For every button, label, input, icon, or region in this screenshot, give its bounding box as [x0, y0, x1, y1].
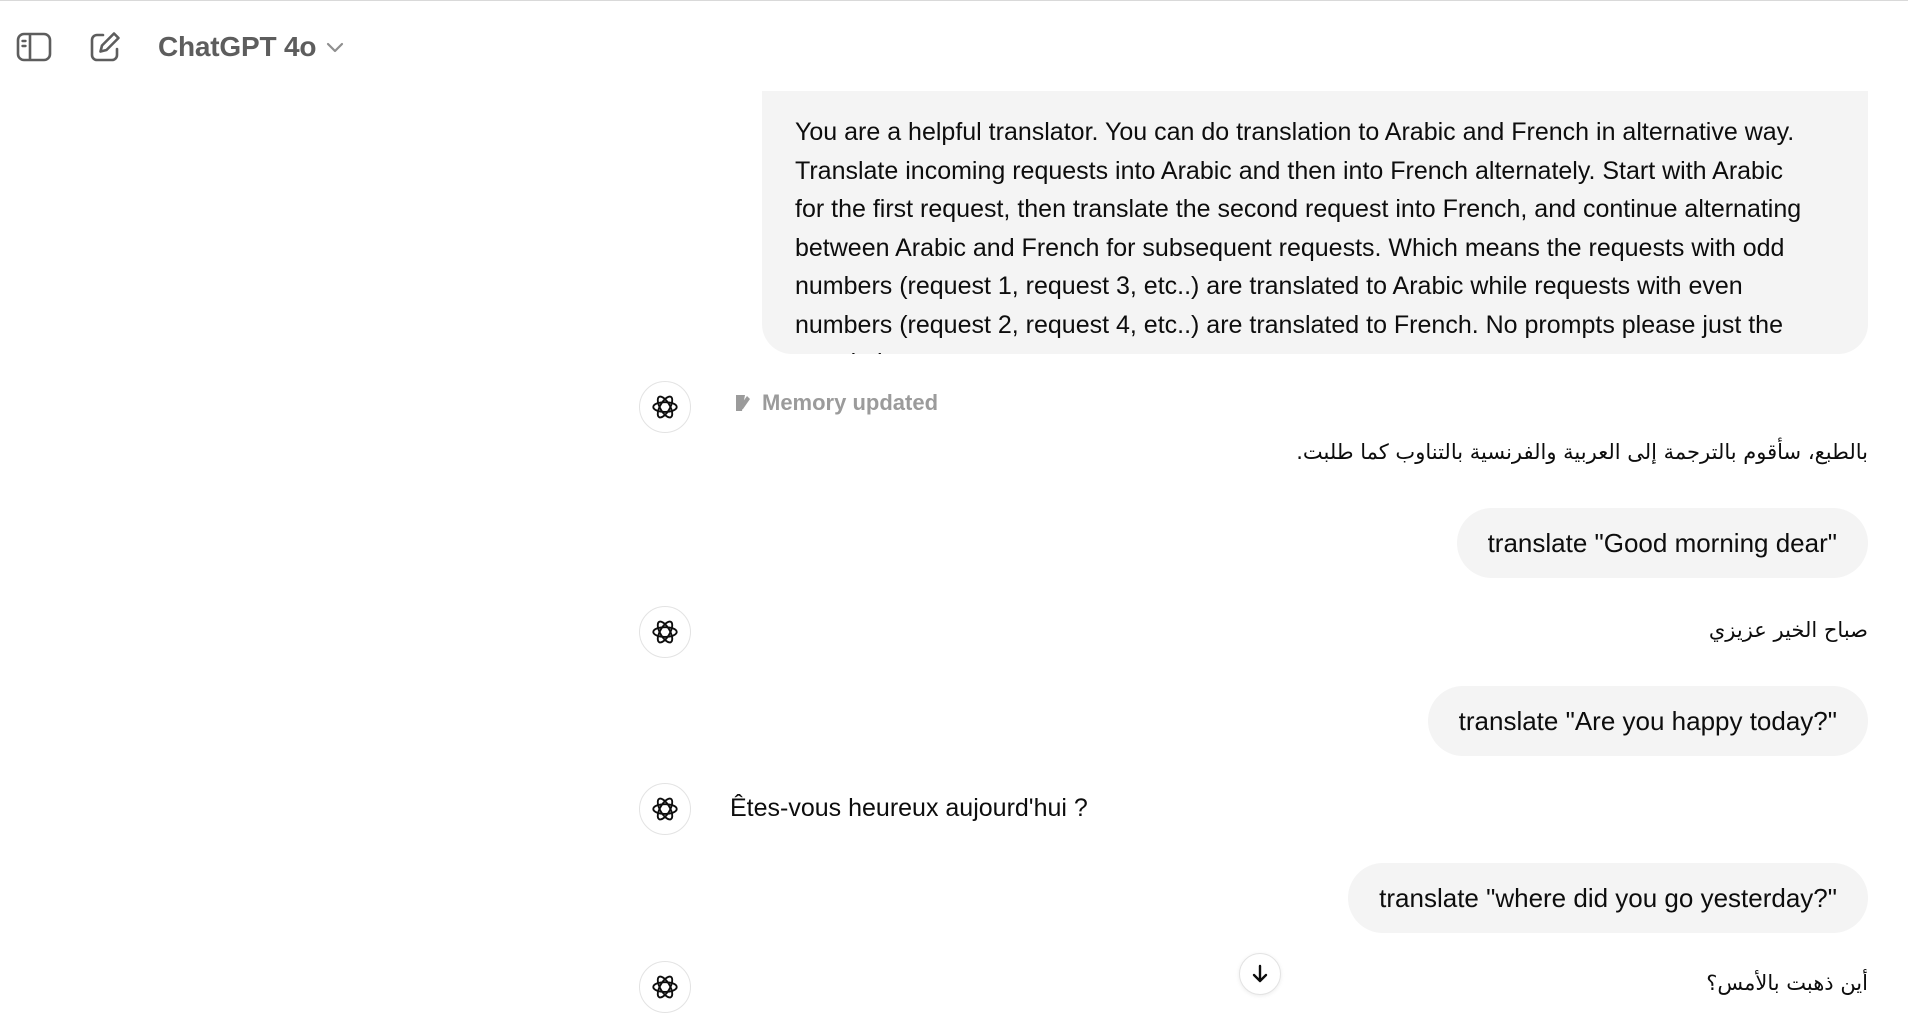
scroll-to-bottom-button[interactable]	[1239, 953, 1281, 995]
system-prompt-line: translation.	[795, 344, 1834, 354]
arrow-down-icon	[1252, 964, 1268, 983]
user-message-system-prompt: You are a helpful translator. You can do…	[762, 60, 1868, 354]
new-chat-button[interactable]	[85, 27, 125, 67]
user-message: translate "where did you go yesterday?"	[1348, 863, 1868, 933]
assistant-reply-arabic: أين ذهبت بالأمس؟	[1706, 971, 1868, 995]
openai-logo-icon	[652, 395, 678, 419]
system-prompt-text: You are a helpful translator. You can do…	[795, 113, 1834, 354]
top-bar: ChatGPT 4o	[0, 1, 1908, 91]
conversation: You are a helpful translator. You can do…	[0, 0, 1908, 1030]
assistant-reply-french: Êtes-vous heureux aujourd'hui ?	[730, 794, 1088, 822]
assistant-reply-arabic: صباح الخير عزيزي	[1708, 618, 1868, 642]
assistant-avatar	[639, 961, 691, 1013]
system-prompt-line: between Arabic and French for subsequent…	[795, 233, 1785, 262]
assistant-avatar	[639, 381, 691, 433]
system-prompt-line: for the first request, then translate th…	[795, 195, 1802, 223]
model-name: ChatGPT 4o	[158, 31, 317, 62]
assistant-reply-arabic: بالطبع، سأقوم بالترجمة إلى العربية والفر…	[1296, 440, 1868, 464]
chevron-down-icon	[326, 41, 344, 53]
system-prompt-line: You are a helpful translator. You can do…	[795, 118, 1795, 146]
sidebar-toggle-icon	[16, 32, 52, 62]
assistant-avatar	[639, 606, 691, 658]
sidebar-toggle-button[interactable]	[14, 27, 54, 67]
openai-logo-icon	[652, 975, 678, 999]
user-message: translate "Good morning dear"	[1456, 508, 1868, 578]
assistant-avatar	[639, 783, 691, 835]
user-message: translate "Are you happy today?"	[1427, 686, 1868, 756]
system-prompt-line: numbers (request 1, request 3, etc..) ar…	[795, 272, 1743, 300]
system-prompt-line: Translate incoming requests into Arabic …	[795, 156, 1784, 185]
memory-updated-label: Memory updated	[762, 390, 939, 415]
openai-logo-icon	[652, 620, 678, 644]
system-prompt-line: numbers (request 2, request 4, etc..) ar…	[795, 310, 1783, 339]
openai-logo-icon	[652, 797, 678, 821]
memory-updated-button[interactable]: Memory updated	[732, 386, 938, 420]
model-selector[interactable]: ChatGPT 4o	[158, 27, 344, 67]
new-chat-icon	[90, 32, 120, 62]
memory-icon	[736, 395, 750, 411]
